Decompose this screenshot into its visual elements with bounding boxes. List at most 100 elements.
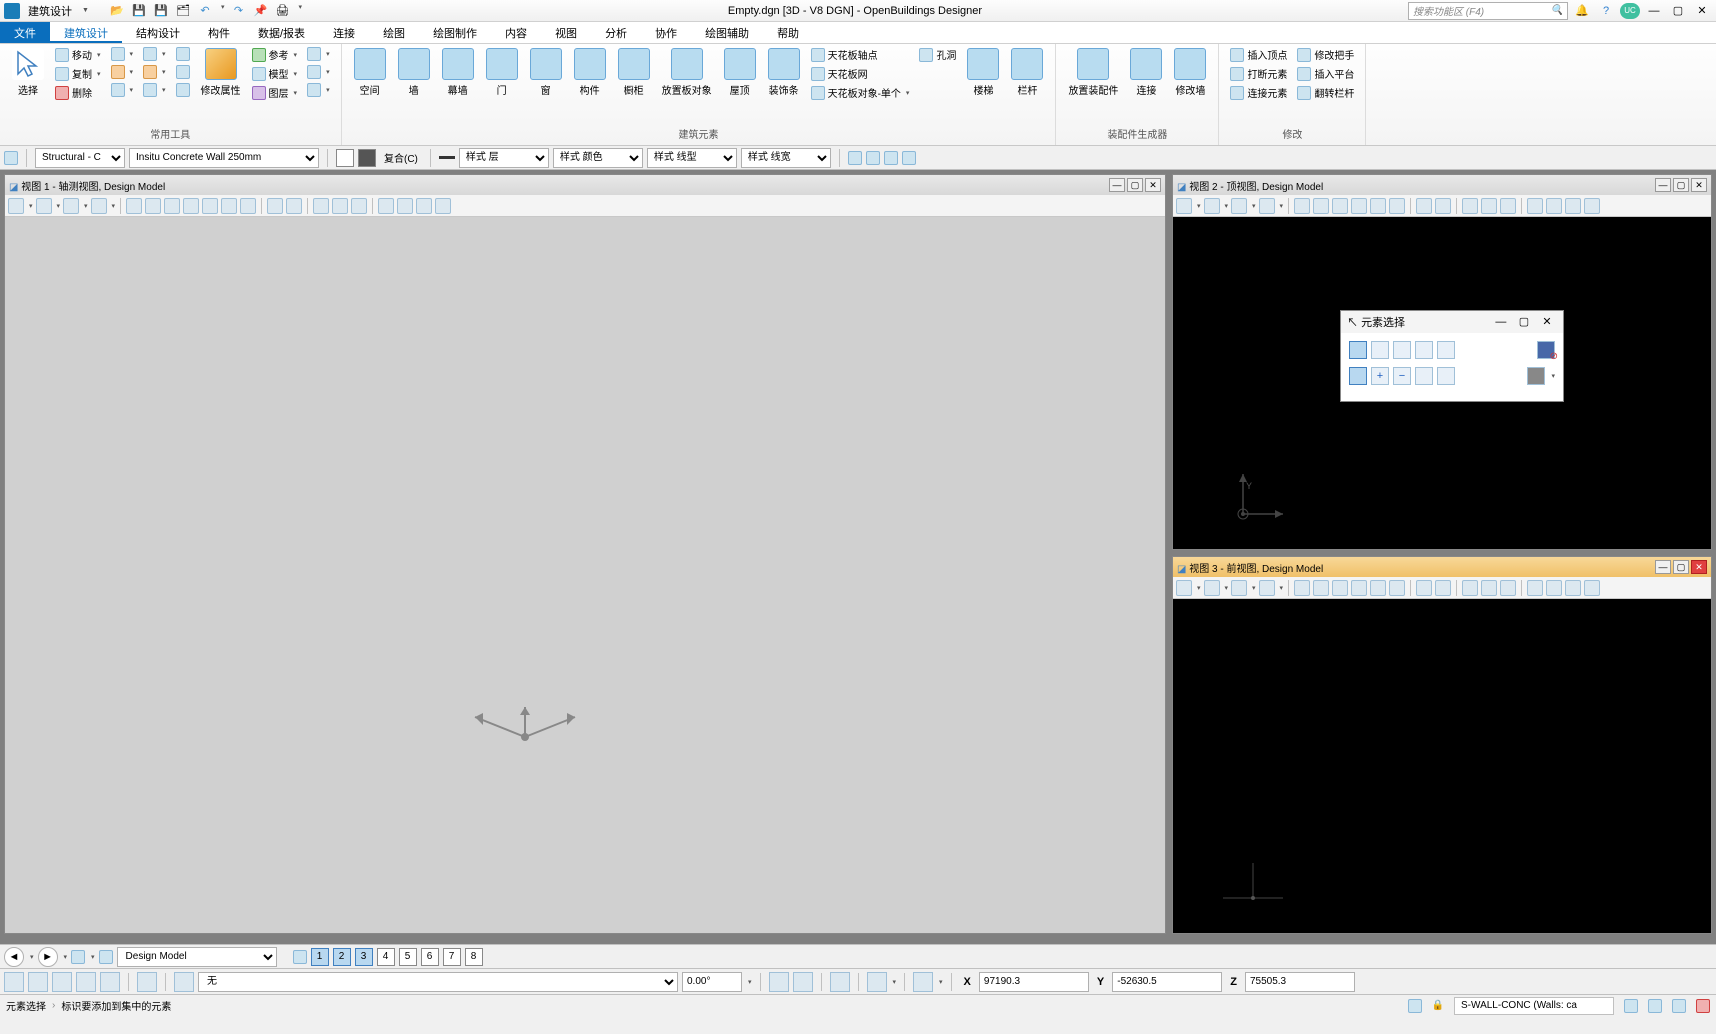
dialog-titlebar[interactable]: ↖ 元素选择 — ▢ ✕ <box>1341 311 1563 333</box>
tab-data[interactable]: 数据/报表 <box>244 22 319 43</box>
v2-display-icon[interactable] <box>1204 198 1220 214</box>
v3-attr-icon[interactable] <box>1176 580 1192 596</box>
view-toggle-3[interactable]: 3 <box>355 948 373 966</box>
status-icon-4[interactable] <box>1696 999 1710 1013</box>
z-input[interactable] <box>1245 972 1355 992</box>
zoom-window-icon[interactable] <box>164 198 180 214</box>
v3-t1-icon[interactable] <box>1527 580 1543 596</box>
v3-clip3-icon[interactable] <box>1500 580 1516 596</box>
acs5-icon[interactable] <box>100 972 120 992</box>
fit-view-icon[interactable] <box>183 198 199 214</box>
view-3-maximize[interactable]: ▢ <box>1673 560 1689 574</box>
tab-components[interactable]: 构件 <box>194 22 244 43</box>
select-mode-add-tool[interactable]: + <box>1371 367 1389 385</box>
style-line-select[interactable]: 样式 线型 <box>647 148 737 168</box>
v2-pan-icon[interactable] <box>1389 198 1405 214</box>
fill-swatch[interactable] <box>336 149 354 167</box>
notifications-icon[interactable]: 🔔 <box>1572 3 1592 19</box>
stretch-button[interactable]: ▾ <box>140 64 169 80</box>
view-3-canvas[interactable] <box>1173 599 1711 933</box>
v3-t4-icon[interactable] <box>1584 580 1600 596</box>
acs3-icon[interactable] <box>52 972 72 992</box>
view-1-close[interactable]: ✕ <box>1145 178 1161 192</box>
nav-forward-button[interactable]: ► <box>38 947 58 967</box>
sel-set-icon[interactable] <box>1408 999 1422 1013</box>
ceiling-grid-button[interactable]: 天花板网 <box>808 65 913 82</box>
close-button[interactable]: ✕ <box>1692 3 1712 19</box>
v3-next-icon[interactable] <box>1435 580 1451 596</box>
v2-adjust-icon[interactable] <box>1231 198 1247 214</box>
view-3-close[interactable]: ✕ <box>1691 560 1707 574</box>
help-icon[interactable]: ? <box>1596 3 1616 19</box>
rotate-button[interactable]: ▾ <box>108 46 137 62</box>
v2-attr-icon[interactable] <box>1176 198 1192 214</box>
copy-button[interactable]: 复制▾ <box>52 65 104 82</box>
pan-icon[interactable] <box>221 198 237 214</box>
modify-attrs-button[interactable]: 修改属性 <box>197 46 245 99</box>
view-2-minimize[interactable]: — <box>1655 178 1671 192</box>
v3-adjust-icon[interactable] <box>1231 580 1247 596</box>
tab-content[interactable]: 内容 <box>491 22 541 43</box>
tab-connect[interactable]: 连接 <box>319 22 369 43</box>
hole-button[interactable]: 孔洞 <box>916 46 959 63</box>
element-selection-dialog[interactable]: ↖ 元素选择 — ▢ ✕ ⊘ + − <box>1340 310 1564 402</box>
snap-mode-select[interactable]: 无 <box>198 972 678 992</box>
v3-display-icon[interactable] <box>1204 580 1220 596</box>
ceiling-single-button[interactable]: 天花板对象-单个▾ <box>808 84 913 101</box>
workflow-selector[interactable]: 建筑设计 <box>24 3 76 19</box>
select-circle-tool[interactable] <box>1415 341 1433 359</box>
select-button[interactable]: 选择 <box>8 46 48 99</box>
v2-t4-icon[interactable] <box>1584 198 1600 214</box>
view-toggle-6[interactable]: 6 <box>421 948 439 966</box>
view-toggle-1[interactable]: 1 <box>311 948 329 966</box>
insert-vertex-button[interactable]: 插入顶点 <box>1227 46 1290 63</box>
lock1-icon[interactable] <box>848 151 862 165</box>
x-input[interactable] <box>979 972 1089 992</box>
view-1-minimize[interactable]: — <box>1109 178 1125 192</box>
style-layer-select[interactable]: 样式 层 <box>459 148 549 168</box>
v2-fit-icon[interactable] <box>1351 198 1367 214</box>
v2-zoomwin-icon[interactable] <box>1332 198 1348 214</box>
delete-button[interactable]: 删除 <box>52 84 104 101</box>
next-view-icon[interactable] <box>286 198 302 214</box>
minimize-button[interactable]: — <box>1644 3 1664 19</box>
view-tool4-icon[interactable] <box>435 198 451 214</box>
misc3-button[interactable] <box>173 82 193 98</box>
v2-next-icon[interactable] <box>1435 198 1451 214</box>
prev-view-icon[interactable] <box>267 198 283 214</box>
tab-file[interactable]: 文件 <box>0 22 50 43</box>
explorer-icon[interactable]: 🗂 <box>175 3 191 19</box>
y-input[interactable] <box>1112 972 1222 992</box>
door-button[interactable]: 门 <box>482 46 522 99</box>
part-select[interactable]: Insitu Concrete Wall 250mm <box>129 148 319 168</box>
zoom-out-icon[interactable] <box>145 198 161 214</box>
v3-zoomout-icon[interactable] <box>1313 580 1329 596</box>
tab-analyze[interactable]: 分析 <box>591 22 641 43</box>
dialog-maximize[interactable]: ▢ <box>1514 314 1534 330</box>
view-groups-icon[interactable] <box>293 950 307 964</box>
lock4-icon[interactable] <box>902 151 916 165</box>
acs4-icon[interactable] <box>76 972 96 992</box>
assembly-button[interactable]: 构件 <box>570 46 610 99</box>
rotate-view-icon[interactable] <box>202 198 218 214</box>
v3-t3-icon[interactable] <box>1565 580 1581 596</box>
view-tool2-icon[interactable] <box>397 198 413 214</box>
ribbon-search-input[interactable]: 搜索功能区 (F4) 🔍 <box>1408 2 1568 20</box>
view-toggle-4[interactable]: 4 <box>377 948 395 966</box>
v2-zoomin-icon[interactable] <box>1294 198 1310 214</box>
select-line-tool[interactable] <box>1437 341 1455 359</box>
status-icon-1[interactable] <box>1624 999 1638 1013</box>
ceiling-axis-button[interactable]: 天花板轴点 <box>808 46 913 63</box>
grid3-icon[interactable] <box>830 972 850 992</box>
model-nav-icon[interactable] <box>99 950 113 964</box>
tab-drawaids[interactable]: 绘图辅助 <box>691 22 763 43</box>
copy-view-icon[interactable] <box>313 198 329 214</box>
select-mode-all-tool[interactable] <box>1437 367 1455 385</box>
v3-clip2-icon[interactable] <box>1481 580 1497 596</box>
v3-fit-icon[interactable] <box>1351 580 1367 596</box>
angle-input[interactable] <box>682 972 742 992</box>
select-expand-icon[interactable]: ▾ <box>1551 372 1555 380</box>
select-block-tool[interactable] <box>1371 341 1389 359</box>
set-mark-icon[interactable]: 📌 <box>252 3 268 19</box>
display-style-icon[interactable] <box>36 198 52 214</box>
